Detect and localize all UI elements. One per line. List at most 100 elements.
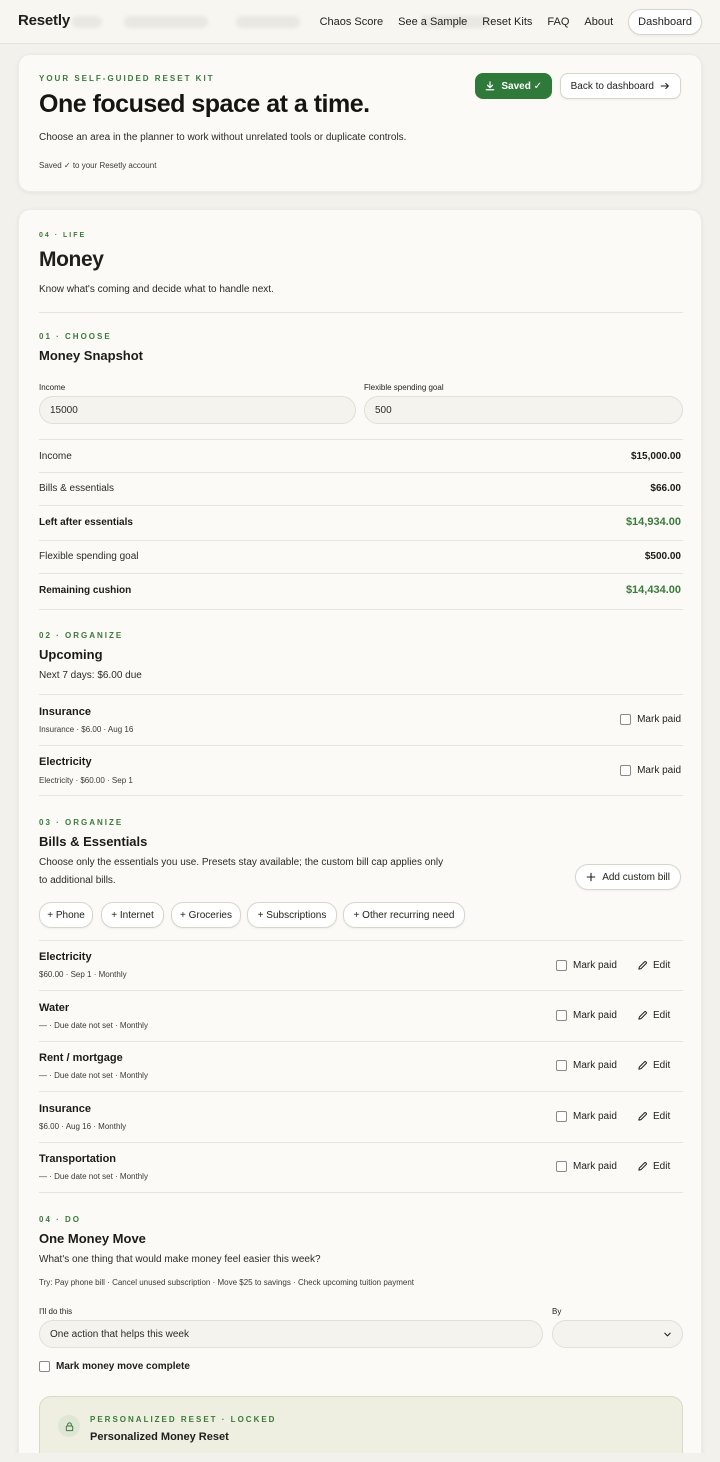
edit-label: Edit	[653, 1010, 671, 1021]
nav-link-about[interactable]: About	[584, 16, 613, 28]
checkbox[interactable]	[556, 1060, 567, 1071]
divider	[39, 1091, 683, 1092]
goal-input-value: 500	[375, 404, 392, 416]
bill-edit-button[interactable]: Edit	[637, 1161, 670, 1172]
bill-item-meta: $60.00 · Sep 1 · Monthly	[39, 970, 127, 979]
mark-paid-label: Mark paid	[573, 1060, 617, 1071]
mark-paid-label: Mark paid	[573, 1161, 617, 1172]
pencil-icon	[638, 1162, 647, 1171]
checkbox[interactable]	[556, 1010, 567, 1021]
divider	[39, 609, 683, 610]
bills-title: Bills & Essentials	[39, 834, 148, 849]
header-subtitle: Choose an area in the planner to work wi…	[39, 132, 407, 143]
bill-mark-paid-checkbox[interactable]: Mark paid	[556, 1161, 617, 1172]
bill-edit-button[interactable]: Edit	[637, 960, 670, 971]
section-subtitle: Know what's coming and decide what to ha…	[39, 284, 274, 295]
divider	[39, 1142, 683, 1143]
header-card: YOUR SELF-GUIDED RESET KIT One focused s…	[18, 54, 702, 192]
preset-chip-subscriptions[interactable]: + Subscriptions	[247, 902, 337, 928]
upcoming-title: Upcoming	[39, 647, 103, 662]
move-eyebrow: 04 · DO	[39, 1215, 82, 1224]
top-nav: Resetly Chaos Score See a Sample Reset K…	[0, 0, 720, 44]
edit-label: Edit	[653, 960, 671, 971]
chevron-down-icon	[664, 1332, 671, 1336]
brand-logo[interactable]: Resetly	[18, 12, 70, 29]
divider	[39, 795, 683, 796]
blurred-nav-placeholder	[236, 16, 300, 28]
upcoming-mark-paid-checkbox[interactable]: Mark paid	[620, 765, 681, 776]
summary-row-value: $14,434.00	[625, 584, 681, 596]
divider	[39, 505, 683, 506]
edit-label: Edit	[653, 1060, 671, 1071]
divider	[39, 439, 683, 440]
lock-icon	[65, 1421, 73, 1431]
bill-edit-button[interactable]: Edit	[637, 1010, 670, 1021]
checkbox[interactable]	[620, 765, 632, 776]
summary-row-value: $500.00	[644, 551, 681, 562]
flexible-goal-input[interactable]: 500	[364, 396, 683, 424]
summary-row-label: Flexible spending goal	[39, 551, 139, 562]
nav-link-reset-kits[interactable]: Reset Kits	[482, 16, 532, 28]
upcoming-item-meta: Electricity · $60.00 · Sep 1	[39, 776, 133, 785]
download-icon	[486, 81, 495, 91]
checkbox[interactable]	[556, 1111, 567, 1122]
divider	[39, 694, 683, 695]
divider	[39, 1192, 683, 1193]
upcoming-item-meta: Insurance · $6.00 · Aug 16	[39, 725, 134, 734]
nav-link-faq[interactable]: FAQ	[547, 16, 569, 28]
by-label: By	[552, 1307, 562, 1316]
checkbox[interactable]	[620, 714, 632, 725]
add-custom-bill-button[interactable]: Add custom bill	[575, 864, 681, 890]
summary-row-label: Left after essentials	[39, 517, 133, 528]
back-to-dashboard-button[interactable]: Back to dashboard	[559, 73, 681, 99]
move-question: What's one thing that would make money f…	[39, 1254, 321, 1265]
divider	[39, 940, 683, 941]
money-move-placeholder: One action that helps this week	[50, 1328, 189, 1340]
back-button-label: Back to dashboard	[570, 80, 654, 92]
saved-button[interactable]: Saved ✓	[475, 73, 552, 99]
divider	[39, 1041, 683, 1042]
money-move-complete-checkbox[interactable]: Mark money move complete	[39, 1361, 190, 1372]
preset-chip-phone[interactable]: + Phone	[39, 902, 93, 928]
move-title: One Money Move	[39, 1231, 146, 1246]
preset-chip-internet[interactable]: + Internet	[101, 902, 164, 928]
blurred-nav-placeholder	[72, 16, 102, 28]
checkbox[interactable]	[39, 1361, 50, 1372]
summary-row-value: $15,000.00	[630, 451, 681, 462]
move-tries: Try: Pay phone bill · Cancel unused subs…	[39, 1278, 415, 1287]
upcoming-mark-paid-checkbox[interactable]: Mark paid	[620, 714, 681, 725]
mark-paid-label: Mark paid	[573, 1111, 617, 1122]
checkbox[interactable]	[556, 1161, 567, 1172]
mark-paid-label: Mark paid	[637, 765, 681, 776]
bills-description-2: to additional bills.	[39, 875, 116, 886]
page-title: One focused space at a time.	[39, 90, 370, 118]
checkbox[interactable]	[556, 960, 567, 971]
summary-row-label: Remaining cushion	[39, 585, 132, 596]
bill-edit-button[interactable]: Edit	[637, 1060, 670, 1071]
preset-chip-other[interactable]: + Other recurring need	[343, 902, 465, 928]
divider	[39, 472, 683, 473]
mark-paid-label: Mark paid	[573, 1010, 617, 1021]
by-date-select[interactable]	[552, 1320, 683, 1348]
bill-item-title: Water	[39, 1002, 70, 1014]
divider	[39, 312, 683, 313]
mark-paid-label: Mark paid	[637, 714, 681, 725]
bill-mark-paid-checkbox[interactable]: Mark paid	[556, 1111, 617, 1122]
dashboard-button[interactable]: Dashboard	[628, 9, 702, 35]
preset-chip-groceries[interactable]: + Groceries	[171, 902, 241, 928]
upcoming-eyebrow: 02 · ORGANIZE	[39, 631, 124, 640]
income-input[interactable]: 15000	[39, 396, 356, 424]
bill-edit-button[interactable]: Edit	[637, 1111, 670, 1122]
nav-link-see-sample[interactable]: See a Sample	[398, 16, 467, 28]
bill-mark-paid-checkbox[interactable]: Mark paid	[556, 960, 617, 971]
nav-link-chaos-score[interactable]: Chaos Score	[320, 16, 384, 28]
arrow-right-icon	[660, 82, 669, 90]
section-title: Money	[39, 248, 104, 271]
header-eyebrow: YOUR SELF-GUIDED RESET KIT	[39, 74, 215, 83]
bill-mark-paid-checkbox[interactable]: Mark paid	[556, 1010, 617, 1021]
money-move-input[interactable]: One action that helps this week	[39, 1320, 543, 1348]
bill-item-meta: — · Due date not set · Monthly	[39, 1071, 148, 1080]
mark-paid-label: Mark paid	[573, 960, 617, 971]
bill-mark-paid-checkbox[interactable]: Mark paid	[556, 1060, 617, 1071]
pencil-icon	[638, 961, 647, 970]
